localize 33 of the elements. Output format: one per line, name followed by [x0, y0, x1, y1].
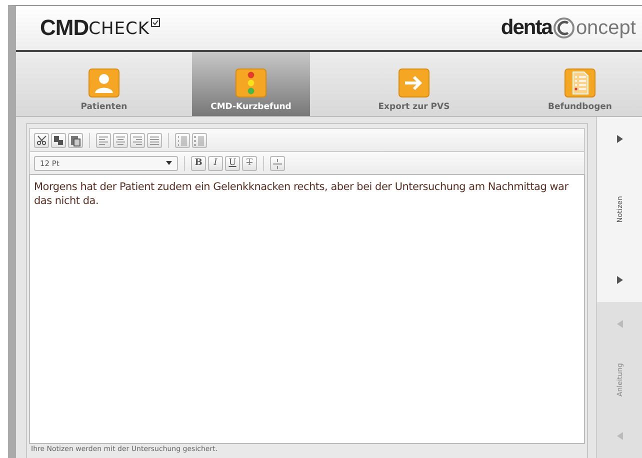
- italic-button[interactable]: I: [208, 156, 223, 170]
- person-icon: [88, 68, 120, 98]
- logo-product: CHECK: [88, 19, 150, 39]
- align-left-button[interactable]: [96, 132, 111, 148]
- partner-logo-text: oncept: [576, 16, 636, 40]
- bullets-button[interactable]: [175, 132, 190, 148]
- collapse-arrow-icon: [616, 432, 624, 440]
- expand-arrow-icon: [616, 276, 624, 284]
- paste-button[interactable]: [68, 132, 83, 148]
- rule-button[interactable]: [270, 156, 285, 170]
- bold-button[interactable]: B: [191, 156, 206, 170]
- ring-icon: [552, 17, 575, 39]
- numbers-button[interactable]: [192, 132, 207, 148]
- nav-tab[interactable]: CMD-Kurzbefund: [192, 52, 310, 116]
- expand-arrow-icon: [616, 135, 624, 143]
- logo-brand: CMD: [40, 15, 89, 41]
- checkbox-icon: [150, 18, 160, 27]
- align-right-button[interactable]: [130, 132, 145, 148]
- nav-tab[interactable]: Befundbogen: [518, 52, 642, 116]
- partner-logo-text: denta: [500, 16, 552, 40]
- nav-tab[interactable]: Export zur PVS: [310, 52, 518, 116]
- traffic-light-icon: [235, 68, 267, 98]
- strikethrough-button[interactable]: T: [242, 156, 257, 170]
- copy-button[interactable]: [51, 132, 66, 148]
- checklist-icon: [564, 68, 596, 98]
- dropdown-caret-icon: [166, 161, 172, 165]
- underline-button[interactable]: U: [225, 156, 240, 170]
- collapse-arrow-icon: [616, 320, 624, 328]
- align-center-button[interactable]: [113, 132, 128, 148]
- notes-editor[interactable]: Morgens hat der Patient zudem ein Gelenkknacken rechts, aber bei der Untersuchung am Nachmittag war das nicht da.: [29, 174, 585, 444]
- cut-button[interactable]: [34, 132, 49, 148]
- nav-tab[interactable]: Patienten: [16, 52, 192, 116]
- justify-button[interactable]: [147, 132, 162, 148]
